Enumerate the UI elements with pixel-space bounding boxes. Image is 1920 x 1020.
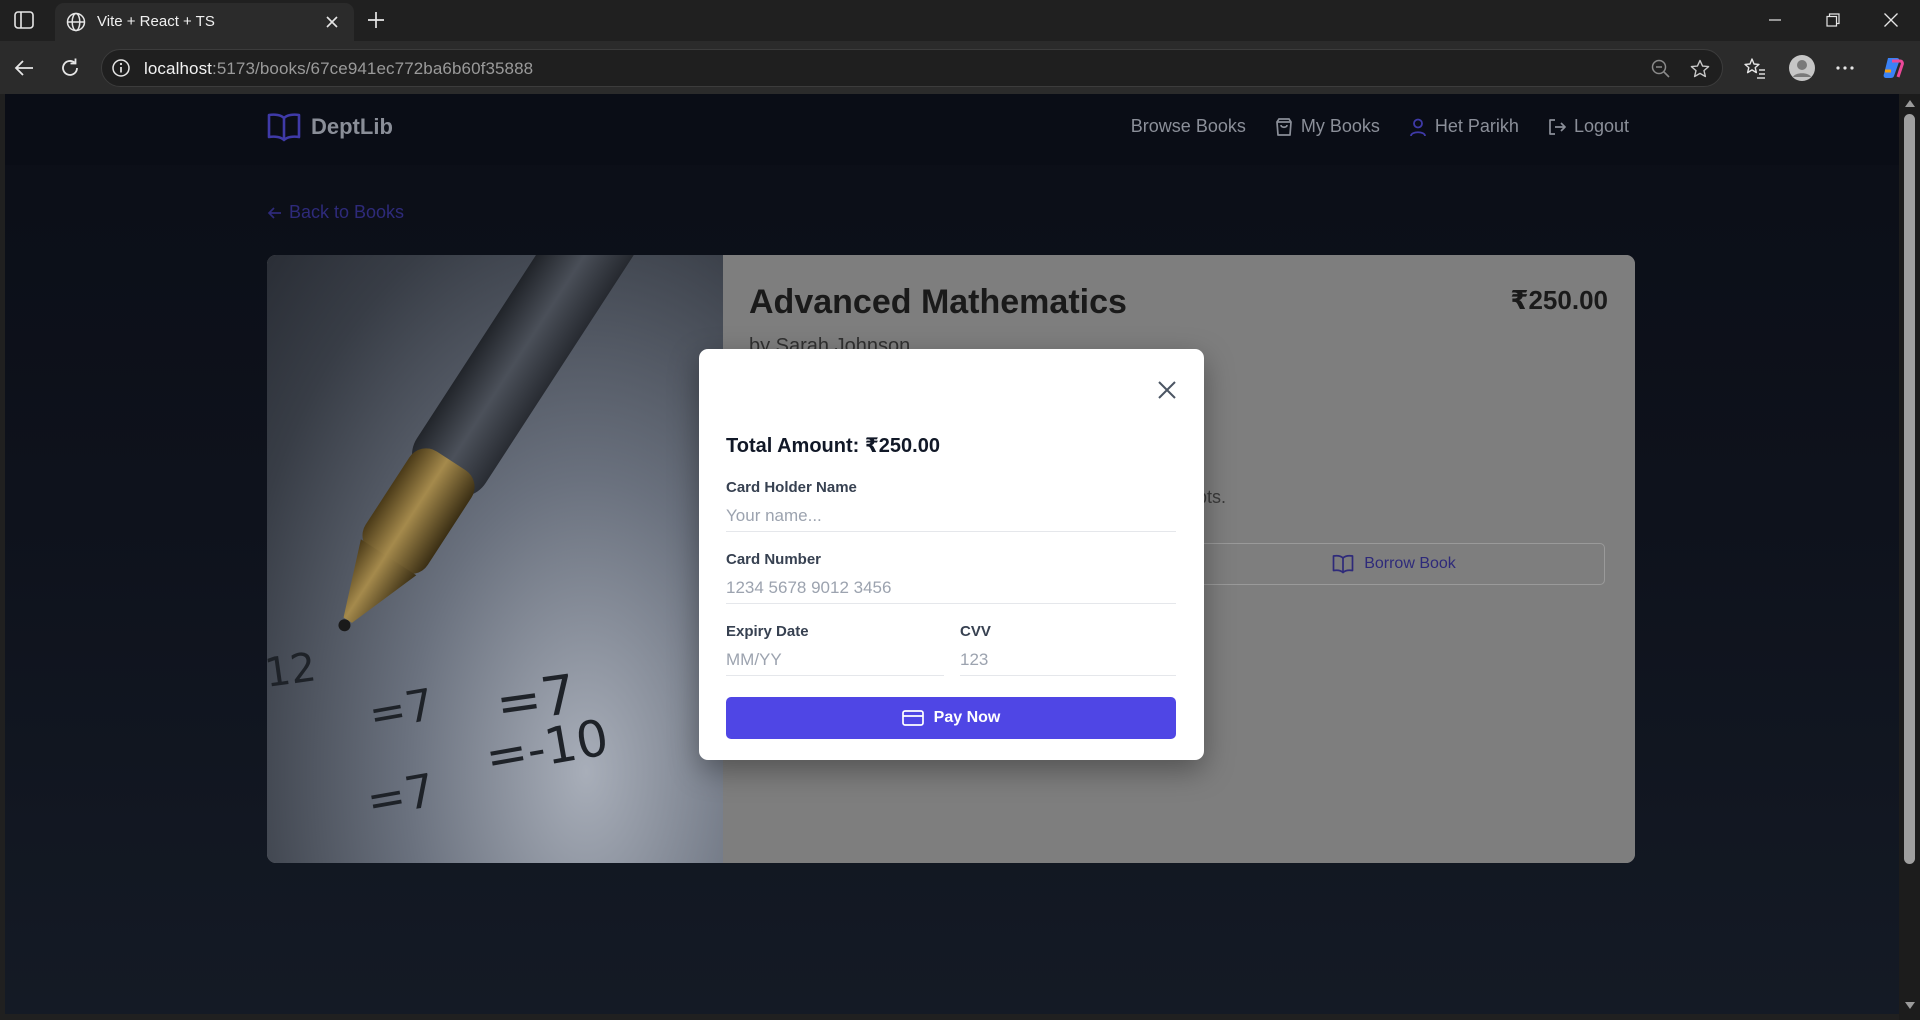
new-tab-icon[interactable] xyxy=(364,8,388,32)
close-modal-icon[interactable] xyxy=(1154,377,1180,403)
card-holder-label: Card Holder Name xyxy=(726,479,857,496)
address-bar[interactable]: localhost:5173/books/67ce941ec772ba6b60f… xyxy=(101,49,1723,87)
expiry-date-input[interactable] xyxy=(726,644,944,676)
total-amount: Total Amount: ₹250.00 xyxy=(726,435,940,457)
pay-now-label: Pay Now xyxy=(933,709,1001,726)
zoom-out-icon[interactable] xyxy=(1650,58,1672,80)
url-text[interactable]: localhost:5173/books/67ce941ec772ba6b60f… xyxy=(144,59,533,79)
reload-icon[interactable] xyxy=(57,55,83,81)
browser-tab[interactable]: Vite + React + TS xyxy=(55,3,354,41)
close-tab-icon[interactable] xyxy=(321,11,343,33)
pay-now-button[interactable]: Pay Now xyxy=(726,697,1176,739)
tab-title: Vite + React + TS xyxy=(97,13,215,30)
cvv-input[interactable] xyxy=(960,644,1176,676)
favorite-star-icon[interactable] xyxy=(1689,58,1711,80)
more-options-icon[interactable] xyxy=(1832,55,1858,81)
copilot-icon[interactable] xyxy=(1880,55,1906,81)
scroll-up-arrow-icon[interactable] xyxy=(1905,100,1915,107)
minimize-icon[interactable] xyxy=(1762,8,1788,32)
page-scrollbar[interactable] xyxy=(1899,94,1920,1020)
expiry-date-label: Expiry Date xyxy=(726,623,809,640)
cvv-label: CVV xyxy=(960,623,991,640)
credit-card-icon xyxy=(901,710,924,726)
close-window-icon[interactable] xyxy=(1878,8,1904,32)
back-arrow-icon[interactable] xyxy=(11,55,37,81)
page-viewport: DeptLib Browse Books My Books Het Parikh… xyxy=(5,94,1899,1014)
url-path: :5173/books/67ce941ec772ba6b60f35888 xyxy=(212,59,534,78)
scroll-thumb[interactable] xyxy=(1904,114,1915,864)
payment-modal: Total Amount: ₹250.00 Card Holder Name C… xyxy=(699,349,1204,760)
url-host: localhost xyxy=(144,59,212,78)
site-info-icon[interactable] xyxy=(111,58,131,78)
restore-icon[interactable] xyxy=(1820,8,1846,32)
globe-icon xyxy=(65,11,87,33)
card-number-input[interactable] xyxy=(726,572,1176,604)
browser-toolbar: localhost:5173/books/67ce941ec772ba6b60f… xyxy=(0,41,1920,94)
card-number-label: Card Number xyxy=(726,551,822,568)
card-holder-input[interactable] xyxy=(726,500,1176,532)
tab-actions-icon[interactable] xyxy=(11,9,37,31)
profile-avatar-icon[interactable] xyxy=(1787,53,1817,83)
scroll-down-arrow-icon[interactable] xyxy=(1905,1002,1915,1009)
favorites-icon[interactable] xyxy=(1742,55,1768,81)
browser-tab-bar: Vite + React + TS xyxy=(0,0,1920,41)
